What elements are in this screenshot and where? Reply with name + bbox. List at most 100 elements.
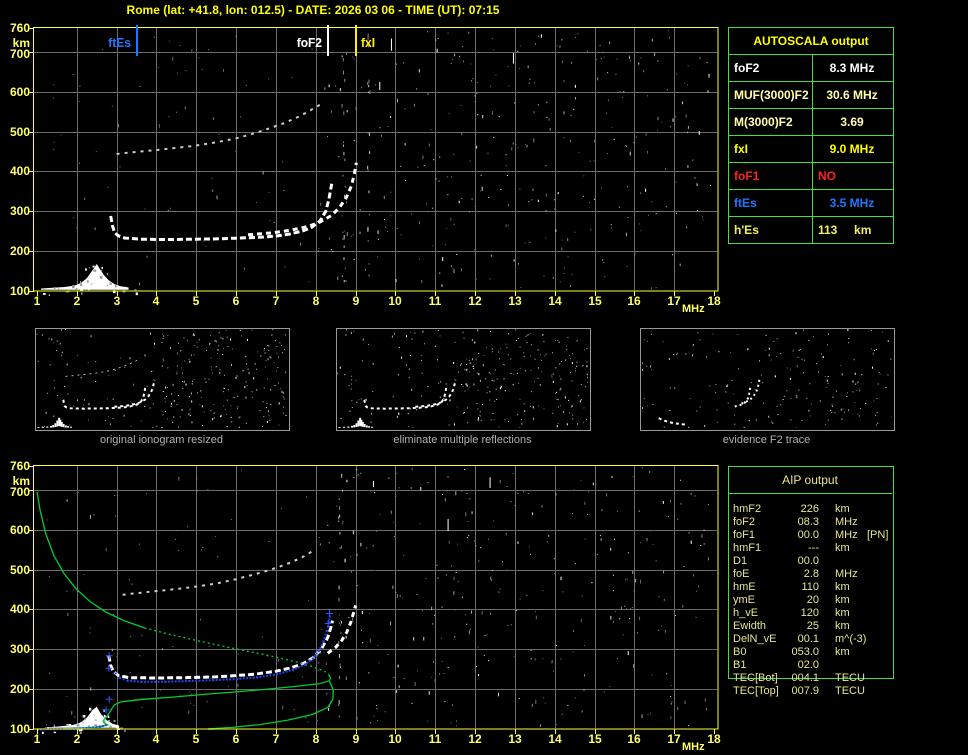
aip-row-fof2: foF2 08.3 MHz [733, 516, 891, 529]
aip-sp [819, 607, 835, 620]
aip-row-b1: B1 02.0 [733, 659, 891, 672]
aip-val: 120 [800, 607, 819, 619]
aip-val: 00.0 [797, 529, 819, 541]
aip-extra [867, 503, 891, 516]
aip-sp [819, 672, 835, 685]
autoscala-row-m3000f2: M(3000)F2 3.69 [729, 109, 893, 136]
aip-unit: MHz [835, 568, 858, 580]
top-y-tick-label: 200 [9, 244, 30, 258]
aip-sp [819, 555, 835, 568]
bottom-x-tick-label: 1 [33, 732, 41, 746]
top-y-axis-unit: km [12, 36, 30, 50]
aip-table-rows: hmF2 226 km foF2 08.3 MHz foF1 00.0 MHz [PN] hmF1 -… [733, 503, 891, 698]
aip-param: foF2 [733, 516, 756, 528]
aip-val: 00.0 [797, 555, 819, 567]
panel-original-ionogram [35, 328, 290, 431]
aip-extra [867, 607, 891, 620]
autoscala-window: Rome (lat: +41.8, lon: 012.5) - DATE: 20… [0, 0, 968, 755]
aip-val: 00.1 [797, 633, 819, 645]
autoscala-value: NO [818, 169, 836, 183]
aip-param: foF1 [733, 529, 756, 541]
aip-sp [819, 503, 835, 516]
top-x-tick-label: 18 [707, 294, 721, 308]
aip-val: 02.0 [797, 659, 819, 671]
top-x-tick-label: 12 [468, 294, 482, 308]
aip-unit: km [835, 594, 850, 606]
bottom-y-tick-label: 200 [9, 682, 30, 696]
aip-sp [819, 685, 835, 698]
top-y-tick-label: 500 [9, 125, 30, 139]
bottom-y-tick-label: 300 [9, 642, 30, 656]
aip-param: DelN_vE [733, 633, 777, 645]
aip-unit [835, 659, 867, 672]
autoscala-output-table: AUTOSCALA output foF2 8.3 MHz MUF(3000)F2 3… [728, 27, 894, 244]
autoscala-row-fof2: foF2 8.3 MHz [729, 55, 893, 82]
aip-extra [867, 672, 891, 685]
top-ionogram-canvas [29, 23, 723, 296]
bottom-y-tick-label: 760 [9, 459, 30, 473]
aip-row-hmf2: hmF2 226 km [733, 503, 891, 516]
autoscala-param: foF1 [729, 163, 813, 189]
panel-eliminate-reflections [336, 328, 591, 431]
bottom-y-tick-label: 400 [9, 602, 30, 616]
aip-unit: km [835, 581, 850, 593]
aip-extra [867, 542, 891, 555]
bottom-x-tick-label: 10 [388, 732, 402, 746]
aip-param: TEC[Bot] [733, 672, 778, 684]
autoscala-value: 30.6 MHz [826, 88, 878, 102]
bottom-x-tick-label: 9 [352, 732, 360, 746]
aip-row-ewidth: Ewidth 25 km [733, 620, 891, 633]
bottom-x-tick-label: 16 [627, 732, 641, 746]
panel-eliminate-canvas [337, 329, 588, 428]
bottom-x-tick-label: 7 [272, 732, 280, 746]
top-x-tick-label: 15 [588, 294, 602, 308]
bottom-x-tick-label: 11 [428, 732, 442, 746]
aip-extra [867, 633, 891, 646]
autoscala-param: MUF(3000)F2 [729, 82, 813, 108]
autoscala-row-ftes: ftEs 3.5 MHz [729, 190, 893, 217]
aip-sp [819, 620, 835, 633]
autoscala-value: 3.5 MHz [829, 196, 875, 210]
aip-unit: TECU [835, 685, 865, 697]
top-x-tick-label: 5 [192, 294, 200, 308]
aip-row-hme: hmE 110 km [733, 581, 891, 594]
autoscala-param: foF2 [729, 55, 813, 81]
aip-extra [867, 581, 891, 594]
aip-unit: km [835, 607, 850, 619]
top-x-axis-unit: MHz [682, 303, 705, 315]
top-x-tick-label: 6 [232, 294, 240, 308]
top-x-tick-label: 7 [272, 294, 280, 308]
aip-param: h_vE [733, 607, 759, 619]
top-x-tick-label: 1 [33, 294, 41, 308]
bottom-x-axis-unit: MHz [682, 741, 705, 753]
aip-row-tectop: TEC[Top] 007.9 TECU [733, 685, 891, 698]
aip-param: hmF2 [733, 503, 762, 515]
bottom-y-axis-unit: km [12, 474, 30, 488]
panel-caption-original: original ionogram resized [100, 434, 223, 446]
aip-val: 007.9 [791, 685, 819, 697]
autoscala-param: fxI [729, 136, 813, 162]
aip-extra [867, 594, 891, 607]
aip-sp [819, 542, 835, 555]
aip-row-d1: D1 00.0 [733, 555, 891, 568]
bottom-x-tick-label: 3 [113, 732, 121, 746]
aip-extra [867, 646, 891, 659]
panel-caption-eliminate: eliminate multiple reflections [393, 434, 532, 446]
panel-evidence-f2 [640, 328, 895, 431]
bottom-x-tick-label: 4 [152, 732, 160, 746]
top-x-tick-label: 2 [73, 294, 81, 308]
aip-sp [819, 633, 835, 646]
aip-val: 20 [806, 594, 819, 606]
autoscala-value: 9.0 MHz [829, 142, 875, 156]
bottom-x-tick-label: 13 [508, 732, 522, 746]
aip-extra [867, 516, 891, 529]
bottom-y-tick-label: 500 [9, 563, 30, 577]
top-y-tick-label: 300 [9, 204, 30, 218]
aip-unit: km [835, 646, 850, 658]
aip-param: ymE [733, 594, 755, 606]
panel-caption-evidence: evidence F2 trace [722, 434, 811, 446]
aip-row-yme: ymE 20 km [733, 594, 891, 607]
aip-val: 08.3 [797, 516, 819, 528]
aip-row-tecbot: TEC[Bot] 004.1 TECU [733, 672, 891, 685]
aip-sp [819, 568, 835, 581]
